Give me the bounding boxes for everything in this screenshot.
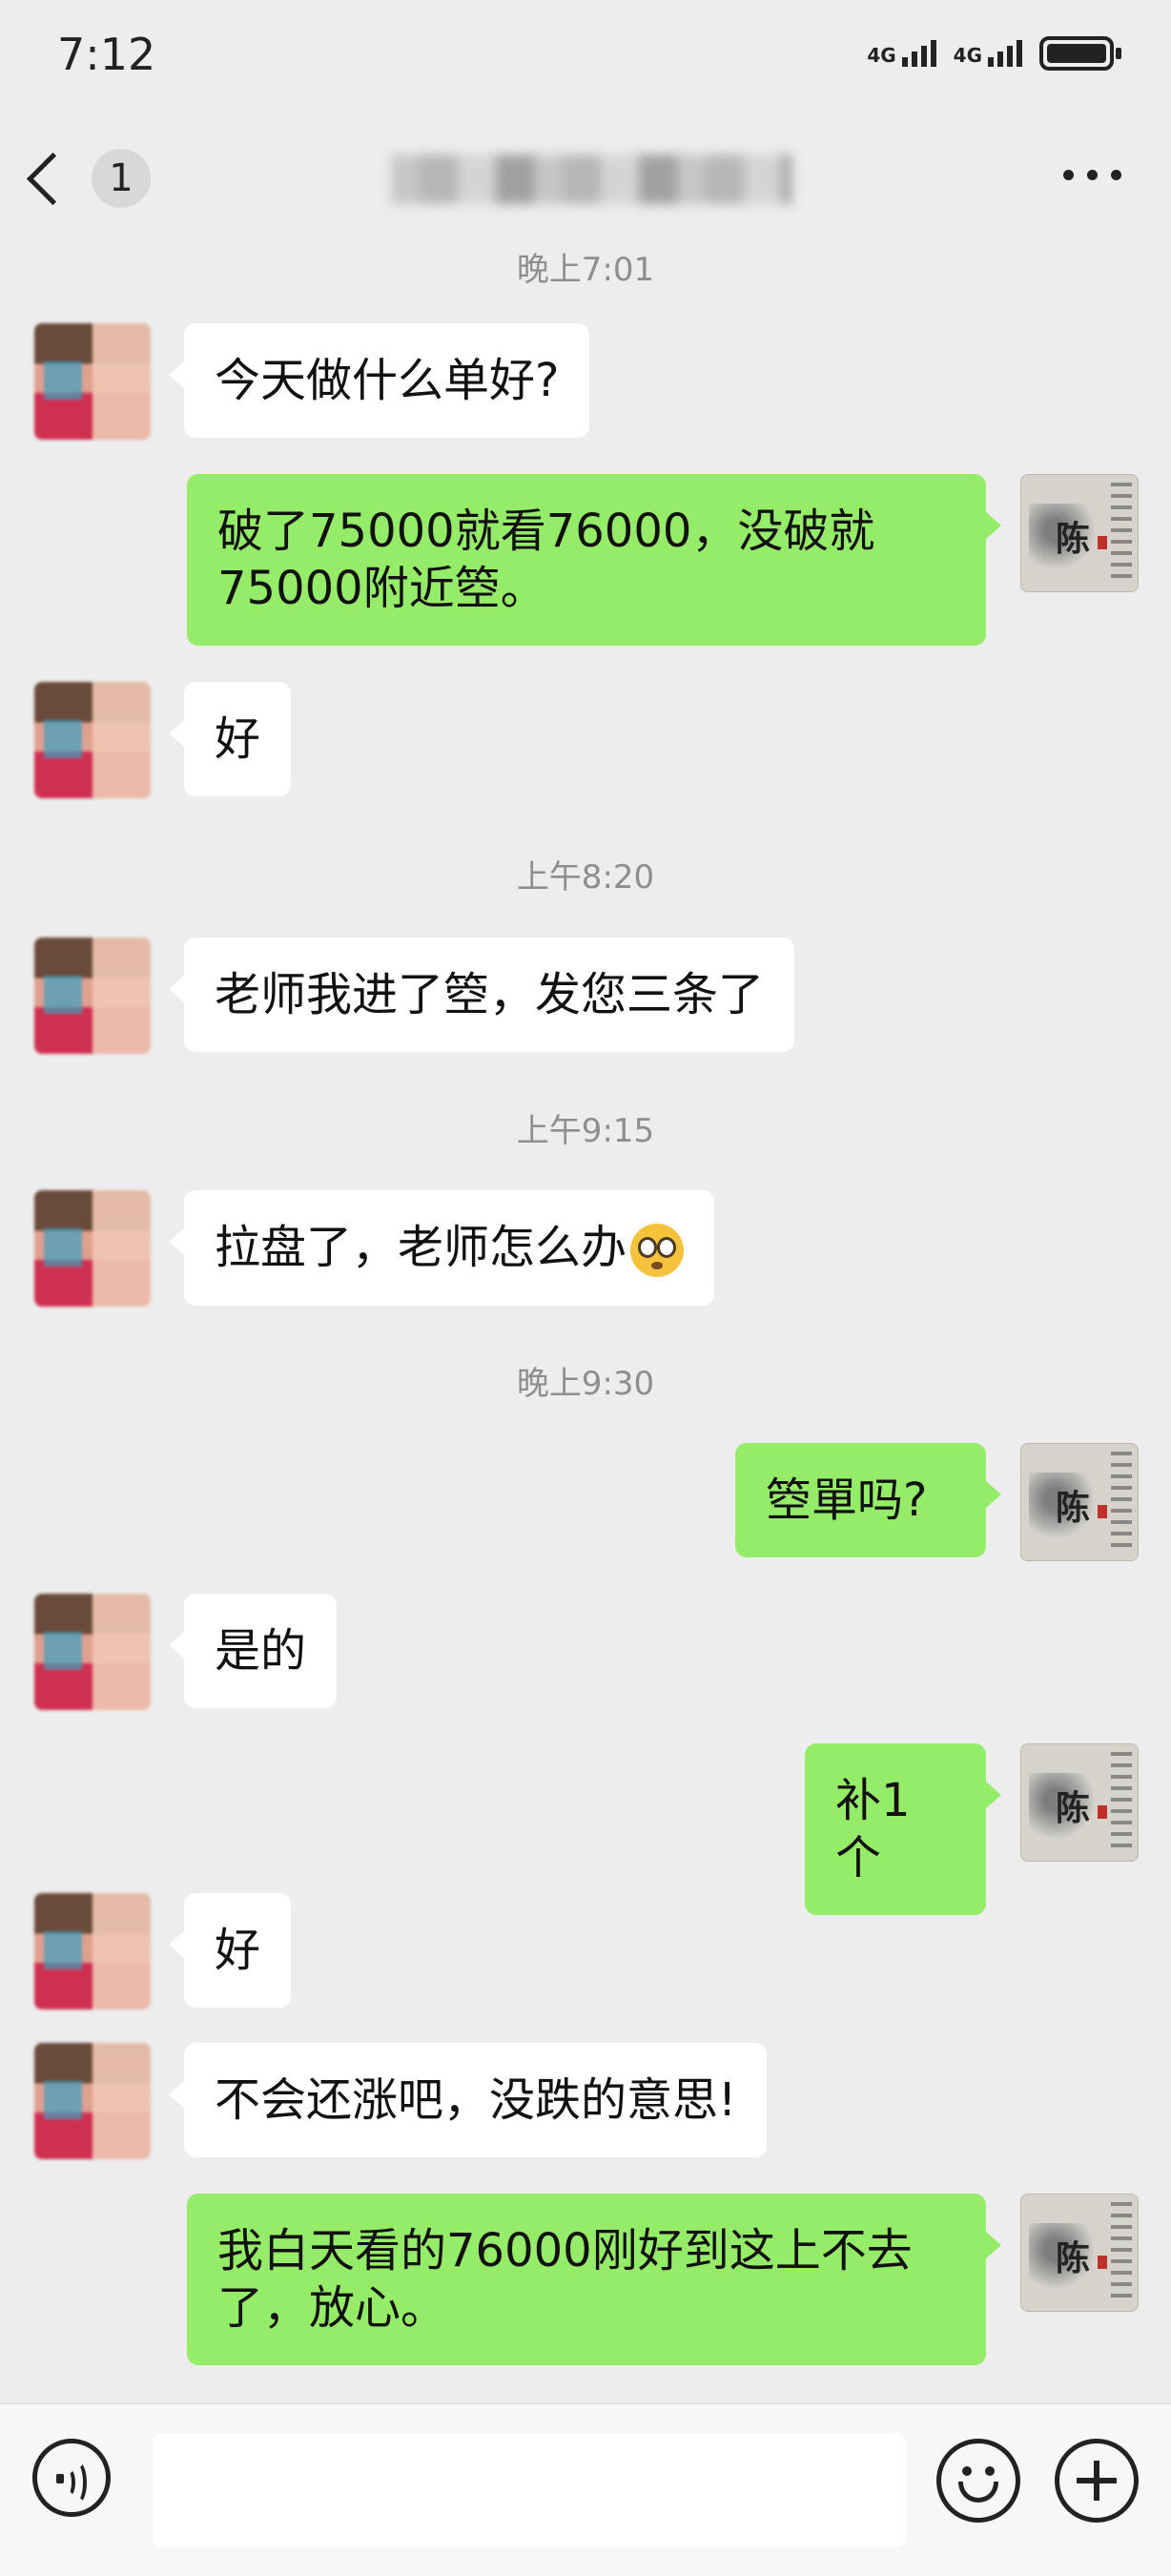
outgoing-message[interactable]: 补1个 — [805, 1743, 1001, 1915]
network-type-label-2: 4G — [953, 44, 982, 67]
input-bar — [0, 2403, 1171, 2576]
chat-title — [391, 151, 791, 208]
plus-icon[interactable] — [1055, 2439, 1139, 2523]
my-avatar[interactable]: 陈 — [1020, 2194, 1139, 2312]
back-arrow-icon[interactable] — [26, 152, 80, 206]
signal-icon-2: 4G — [954, 40, 1022, 67]
contact-avatar[interactable] — [34, 1594, 151, 1710]
obscured-title-blur — [391, 155, 791, 204]
status-time: 7:12 — [57, 29, 156, 80]
my-avatar[interactable]: 陈 — [1020, 1443, 1139, 1561]
contact-avatar[interactable] — [34, 323, 151, 440]
incoming-message[interactable]: 拉盘了，老师怎么办 — [168, 1190, 715, 1306]
contact-avatar[interactable] — [34, 1190, 151, 1307]
message-timestamp: 晚上9:30 — [516, 1365, 655, 1403]
contact-avatar[interactable] — [34, 938, 151, 1054]
incoming-message[interactable]: 今天做什么单好? — [168, 323, 590, 438]
outgoing-message[interactable]: 我白天看的76000刚好到这上不去了，放心。 — [187, 2194, 1001, 2365]
incoming-message[interactable]: 不会还涨吧，没跌的意思! — [168, 2043, 768, 2157]
my-avatar[interactable]: 陈 — [1020, 1743, 1139, 1862]
outgoing-message[interactable]: 箜單吗? — [735, 1443, 1001, 1557]
flushed-face-emoji-icon — [630, 1224, 685, 1277]
message-timestamp: 上午8:20 — [516, 858, 655, 896]
battery-icon — [1039, 36, 1121, 71]
chat-header: 1 — [0, 114, 1171, 243]
message-list[interactable]: 晚上7:01 今天做什么单好? 陈 破了75000就看76000，没破就7500… — [0, 243, 1171, 2403]
unread-count-badge[interactable]: 1 — [92, 149, 151, 208]
contact-avatar[interactable] — [34, 2043, 151, 2159]
emoji-icon[interactable] — [936, 2439, 1020, 2523]
voice-input-icon[interactable] — [32, 2439, 111, 2517]
signal-icon: 4G — [867, 40, 936, 67]
outgoing-message[interactable]: 破了75000就看76000，没破就75000附近箜。 — [187, 474, 1001, 646]
incoming-message[interactable]: 好 — [168, 682, 292, 796]
incoming-message[interactable]: 是的 — [168, 1594, 338, 1708]
status-icons: 4G 4G — [867, 36, 1121, 71]
incoming-message[interactable]: 老师我进了箜，发您三条了 — [168, 938, 795, 1052]
more-options-icon[interactable] — [1063, 170, 1121, 180]
message-text: 拉盘了，老师怎么办 — [215, 1221, 627, 1274]
incoming-message[interactable]: 好 — [168, 1893, 292, 2008]
message-input[interactable] — [153, 2433, 906, 2547]
message-timestamp: 上午9:15 — [516, 1112, 655, 1150]
contact-avatar[interactable] — [34, 682, 151, 798]
contact-avatar[interactable] — [34, 1893, 151, 2009]
network-type-label: 4G — [867, 44, 896, 67]
my-avatar[interactable]: 陈 — [1020, 474, 1139, 592]
message-timestamp: 晚上7:01 — [516, 251, 655, 289]
status-bar: 7:12 4G 4G — [0, 0, 1171, 114]
